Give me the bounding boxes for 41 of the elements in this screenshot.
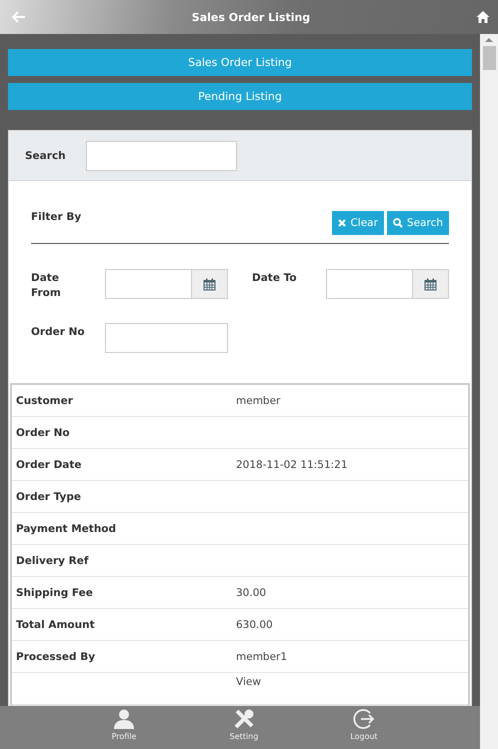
close-icon	[338, 219, 346, 227]
date-from-field[interactable]	[105, 269, 228, 299]
field-label: Order No	[16, 426, 71, 438]
calendar-icon[interactable]	[413, 270, 448, 298]
field-label: Processed By	[16, 650, 96, 662]
field-value: 30.00	[236, 586, 266, 598]
clear-button[interactable]: Clear	[332, 211, 384, 235]
date-from-label: Date From	[31, 271, 62, 301]
field-value: 630.00	[236, 618, 273, 630]
field-label: Shipping Fee	[16, 586, 94, 598]
field-label: Order Date	[16, 458, 83, 470]
footer-tab[interactable]: Logout	[339, 706, 389, 749]
scrollbar[interactable]	[480, 34, 498, 749]
search-label: Search	[25, 150, 66, 162]
field-label: Delivery Ref	[16, 554, 90, 566]
tools-icon	[233, 708, 255, 730]
nav-button[interactable]: Pending Listing	[8, 83, 472, 110]
page-title: Sales Order Listing	[192, 10, 310, 24]
footer-tab[interactable]: Setting	[219, 706, 269, 749]
field-label: Payment Method	[16, 522, 118, 534]
field-label: Order Type	[16, 490, 82, 502]
calendar-icon[interactable]	[192, 270, 227, 298]
field-value: member	[236, 394, 280, 406]
home-icon[interactable]	[476, 10, 490, 24]
person-icon	[113, 708, 135, 730]
date-to-field[interactable]	[326, 269, 449, 299]
search-field[interactable]	[86, 140, 237, 170]
field-label: Total Amount	[16, 618, 96, 630]
field-value: 2018-11-02 11:51:21	[236, 458, 348, 470]
logout-icon	[353, 708, 375, 730]
search-icon	[392, 218, 403, 228]
order-no-label: Order No	[31, 325, 86, 340]
footer-tab[interactable]: Profile	[99, 706, 149, 749]
order-no-field[interactable]	[105, 323, 228, 353]
field-value: View	[236, 676, 261, 688]
search-button[interactable]: Search	[386, 211, 449, 235]
field-label: Customer	[16, 394, 74, 406]
date-to-label: Date To	[252, 271, 298, 286]
field-value: member1	[236, 650, 288, 662]
nav-button[interactable]: Sales Order Listing	[8, 49, 472, 76]
filter-title: Filter By	[31, 211, 82, 223]
